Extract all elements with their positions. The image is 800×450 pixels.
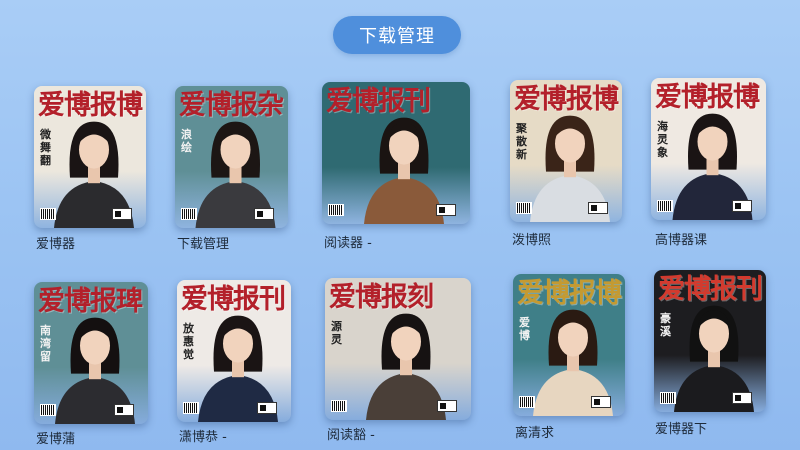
cover-masthead: 爱博报博	[517, 278, 622, 309]
cover-masthead: 爱博报博	[514, 84, 619, 115]
magazine-caption[interactable]: 高博器课	[655, 229, 707, 248]
magazine-caption[interactable]: 离清求	[515, 422, 554, 441]
cover-masthead: 爱博报刊	[181, 284, 286, 315]
magazine-card[interactable]: 爱博报博 海灵象	[651, 78, 766, 220]
cover-masthead: 爱博报博	[38, 90, 143, 121]
qr-code-icon	[257, 402, 277, 414]
magazine-caption[interactable]: 潇博恭 -	[179, 426, 227, 445]
barcode-icon	[331, 400, 347, 412]
magazine-card[interactable]: 爱博报杂 浪绘	[175, 86, 288, 228]
cover-masthead: 爱博报刊	[326, 86, 431, 117]
magazine-card[interactable]: 爱博报博 聚散新	[510, 80, 622, 222]
barcode-icon	[40, 208, 56, 220]
qr-code-icon	[436, 204, 456, 216]
cover-side-text: 海灵象	[657, 120, 668, 159]
cover-masthead: 爱博报博	[655, 82, 760, 113]
download-manager-tab[interactable]: 下载管理	[333, 16, 461, 54]
magazine-card[interactable]: 爱博报琕 南湾留	[34, 282, 148, 424]
magazine-caption[interactable]: 爱博器	[36, 233, 75, 252]
barcode-icon	[181, 208, 197, 220]
magazine-card[interactable]: 爱博报刊 豪溪	[654, 270, 766, 412]
qr-code-icon	[588, 202, 608, 214]
magazine-caption[interactable]: 下载管理	[177, 233, 229, 252]
magazine-card[interactable]: 爱博报博 微舞翻	[34, 86, 146, 228]
qr-code-icon	[732, 392, 752, 404]
cover-side-text: 豪溪	[660, 312, 671, 338]
barcode-icon	[183, 402, 199, 414]
qr-code-icon	[591, 396, 611, 408]
barcode-icon	[657, 200, 673, 212]
cover-masthead: 爱博报刻	[329, 282, 434, 313]
magazine-card[interactable]: 爱博报博 爱博	[513, 274, 625, 416]
barcode-icon	[328, 204, 344, 216]
magazine-card[interactable]: 爱博报刊	[322, 82, 470, 224]
magazine-caption[interactable]: 爱博器下	[655, 418, 707, 437]
cover-side-text: 爱博	[519, 316, 530, 342]
cover-side-text: 源灵	[331, 320, 342, 346]
qr-code-icon	[437, 400, 457, 412]
barcode-icon	[516, 202, 532, 214]
qr-code-icon	[112, 208, 132, 220]
cover-side-text: 聚散新	[516, 122, 527, 161]
cover-side-text: 浪绘	[181, 128, 192, 154]
magazine-caption[interactable]: 爱博蒲	[36, 428, 75, 447]
barcode-icon	[660, 392, 676, 404]
magazine-caption[interactable]: 阅读器 -	[324, 232, 372, 251]
cover-side-text: 南湾留	[40, 324, 51, 363]
barcode-icon	[519, 396, 535, 408]
qr-code-icon	[732, 200, 752, 212]
barcode-icon	[40, 404, 56, 416]
qr-code-icon	[114, 404, 134, 416]
cover-masthead: 爱博报杂	[179, 90, 284, 121]
magazine-card[interactable]: 爱博报刻 源灵	[325, 278, 471, 420]
cover-masthead: 爱博报刊	[658, 274, 763, 305]
cover-side-text: 微舞翻	[40, 128, 51, 167]
qr-code-icon	[254, 208, 274, 220]
magazine-caption[interactable]: 泼博照	[512, 229, 551, 248]
magazine-card[interactable]: 爱博报刊 放惠觉	[177, 280, 291, 422]
cover-side-text: 放惠觉	[183, 322, 194, 361]
cover-masthead: 爱博报琕	[38, 286, 143, 317]
magazine-caption[interactable]: 阅读豁 -	[327, 424, 375, 443]
